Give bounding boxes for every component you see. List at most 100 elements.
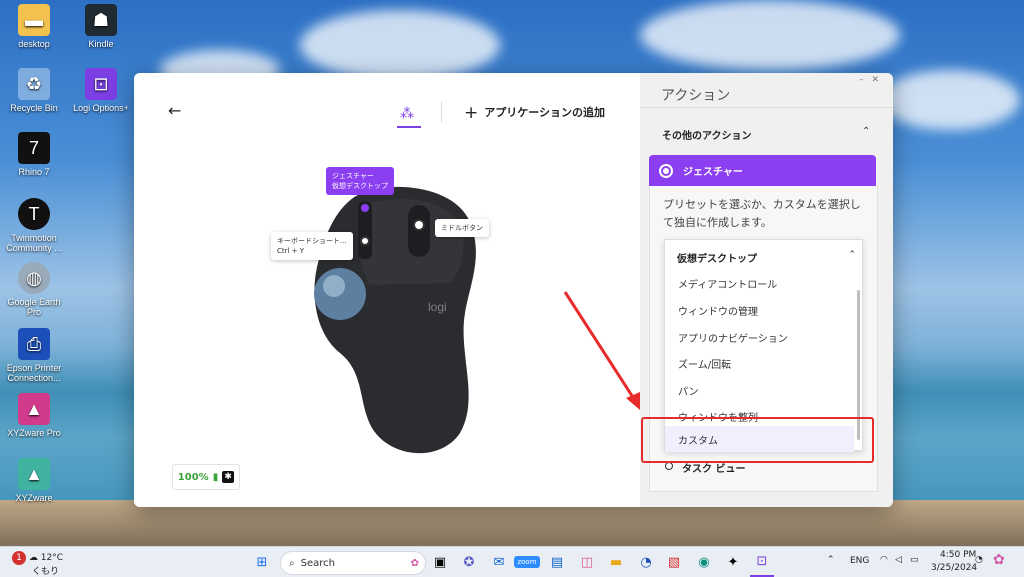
minimize-icon[interactable]: –	[859, 75, 872, 85]
kindle-icon: ☗	[85, 4, 117, 36]
file-explorer-icon[interactable]: ▬	[604, 547, 628, 577]
store-icon[interactable]: ▤	[545, 547, 569, 577]
edge-icon[interactable]: ◉	[692, 547, 716, 577]
language-indicator[interactable]: ENG	[850, 556, 869, 566]
windows-start-icon[interactable]: ⊞	[250, 547, 274, 577]
volume-icon[interactable]: ◁	[895, 555, 902, 565]
middle-button-tooltip[interactable]: ミドルボタン	[435, 219, 489, 237]
desktop-icon-label: Logi Options+	[73, 103, 129, 113]
google-earth-icon: ◍	[18, 262, 50, 294]
bluetooth-icon: ✱	[222, 471, 235, 483]
desktop-recycle-bin[interactable]: ♻ Recycle Bin	[4, 68, 64, 113]
wallpaper-cloud	[640, 0, 900, 70]
mail-icon[interactable]: ✉	[487, 547, 511, 577]
weather-desc: くもり	[32, 567, 60, 577]
battery-icon: ▮	[212, 471, 219, 483]
dropdown-option[interactable]: ズーム/回転	[678, 356, 731, 371]
plus-icon: +	[464, 103, 479, 123]
wallpaper-cloud	[880, 70, 1020, 130]
close-icon[interactable]: ✕	[871, 75, 887, 85]
panel-title: アクション	[661, 88, 731, 104]
dropdown-option[interactable]: メディアコントロール	[678, 276, 777, 291]
desktop-xyzware[interactable]: ▲ XYZware	[4, 458, 64, 503]
clock-date[interactable]: 3/25/2024	[931, 563, 977, 573]
weather-widget[interactable]: 1 ☁ 12°C	[12, 551, 63, 565]
gesture-description: プリセットを選ぶか、カスタムを選択して独自に作成します。	[663, 198, 861, 229]
battery-percent: 100%	[177, 471, 209, 483]
other-actions-heading[interactable]: その他のアクション	[662, 127, 752, 142]
xyzware-icon: ▲	[18, 458, 50, 490]
window-controls: –✕	[859, 75, 887, 85]
keyboard-tooltip-line2: Ctrl + Y	[277, 247, 305, 255]
search-placeholder: Search	[300, 557, 335, 569]
chevron-up-icon[interactable]: ⌃	[848, 250, 856, 260]
chevron-up-icon[interactable]: ⌃	[862, 126, 870, 137]
highlight-box	[641, 417, 874, 463]
gesture-tooltip-line1: ジェスチャー	[332, 172, 374, 180]
rhino-icon: 7	[18, 132, 50, 164]
clock-time[interactable]: 4:50 PM	[940, 550, 976, 560]
teams-icon[interactable]: ✪	[457, 547, 481, 577]
desktop-icon-label: Rhino 7	[18, 167, 50, 177]
gesture-option[interactable]: ジェスチャー	[649, 155, 876, 186]
battery-tray-icon[interactable]: ▭	[910, 555, 919, 565]
desktop-twinmotion[interactable]: T Twinmotion Community ...	[4, 198, 64, 253]
epson-icon: ⎙	[18, 328, 50, 360]
radio-unselected-icon[interactable]	[665, 462, 673, 470]
desktop-xyzware-pro[interactable]: ▲ XYZware Pro	[4, 393, 64, 438]
logi-options-taskbar-icon[interactable]: ⊡	[750, 547, 774, 577]
keyboard-shortcut-tooltip[interactable]: キーボードショート... Ctrl + Y	[271, 232, 353, 260]
desktop-icon-label: XYZware	[15, 493, 53, 503]
wallpaper-cloud	[300, 10, 500, 80]
taskbar: 1 ☁ 12°C くもり ⊞ ⌕ Search ✿ ▣ ✪ ✉ zoom ▤ ◫…	[0, 546, 1024, 577]
keyboard-tooltip-line1: キーボードショート...	[277, 237, 347, 245]
pdf-icon[interactable]: ▧	[662, 547, 686, 577]
rhino-taskbar-icon[interactable]: ✦	[721, 547, 745, 577]
desktop-icon-label: XYZware Pro	[7, 428, 61, 438]
tray-chevron-icon[interactable]: ⌃	[827, 555, 835, 565]
desktop-epson[interactable]: ⎙ Epson Printer Connection...	[4, 328, 64, 383]
dropdown-selected-value[interactable]: 仮想デスクトップ	[677, 250, 757, 265]
recycle-bin-icon: ♻	[18, 68, 50, 100]
desktop-logi-options[interactable]: ⊡ Logi Options+	[71, 68, 131, 113]
dropdown-option[interactable]: パン	[678, 383, 699, 398]
search-highlight-icon: ✿	[410, 557, 419, 569]
desktop-folder[interactable]: ▬ desktop	[4, 4, 64, 49]
desktop-rhino[interactable]: 7 Rhino 7	[4, 132, 64, 177]
desktop-kindle[interactable]: ☗ Kindle	[71, 4, 131, 49]
desktop-icon-label: Kindle	[88, 39, 114, 49]
device-view: ← ⁂ + アプリケーションの追加 logi ジェスチャー 仮想デスクトップ キー…	[134, 73, 640, 507]
gesture-button-tooltip[interactable]: ジェスチャー 仮想デスクトップ	[326, 167, 394, 195]
wallpaper-beach	[0, 500, 1024, 550]
desktop-google-earth[interactable]: ◍ Google Earth Pro	[4, 262, 64, 317]
gesture-tooltip-line2: 仮想デスクトップ	[332, 182, 388, 190]
zoom-icon[interactable]: zoom	[514, 547, 540, 577]
folder-icon: ▬	[18, 4, 50, 36]
desktop-icon-label: Twinmotion Community ...	[6, 233, 62, 253]
taskbar-search[interactable]: ⌕ Search ✿	[280, 551, 426, 575]
add-application-button[interactable]: + アプリケーションの追加	[464, 103, 605, 123]
panel-header-divider	[640, 107, 893, 108]
mouse-brand-text: logi	[428, 300, 447, 314]
photos-icon[interactable]: ◫	[575, 547, 599, 577]
radio-selected-icon	[659, 163, 673, 178]
logi-options-icon: ⊡	[85, 68, 117, 100]
task-view-icon[interactable]: ▣	[428, 547, 452, 577]
browser-icon[interactable]: ◔	[634, 547, 658, 577]
dropdown-option[interactable]: ウィンドウの管理	[678, 303, 758, 318]
dropdown-option[interactable]: アプリのナビゲーション	[678, 330, 788, 345]
twinmotion-icon: T	[18, 198, 50, 230]
weather-badge: 1	[12, 551, 26, 565]
gesture-option-label: ジェスチャー	[683, 167, 743, 178]
notification-bell-icon[interactable]: ◔	[975, 555, 983, 565]
toolbar-divider	[441, 101, 442, 123]
back-arrow-icon[interactable]: ←	[168, 101, 181, 120]
desktop-icon-label: desktop	[18, 39, 50, 49]
middle-tooltip-label: ミドルボタン	[441, 224, 483, 232]
copilot-icon[interactable]: ✿	[993, 552, 1005, 568]
network-icon[interactable]: ◠	[880, 555, 888, 565]
active-tab-indicator	[397, 126, 421, 128]
zoom-label: zoom	[514, 556, 540, 568]
search-icon: ⌕	[289, 557, 295, 569]
buttons-tab-icon[interactable]: ⁂	[400, 106, 414, 122]
